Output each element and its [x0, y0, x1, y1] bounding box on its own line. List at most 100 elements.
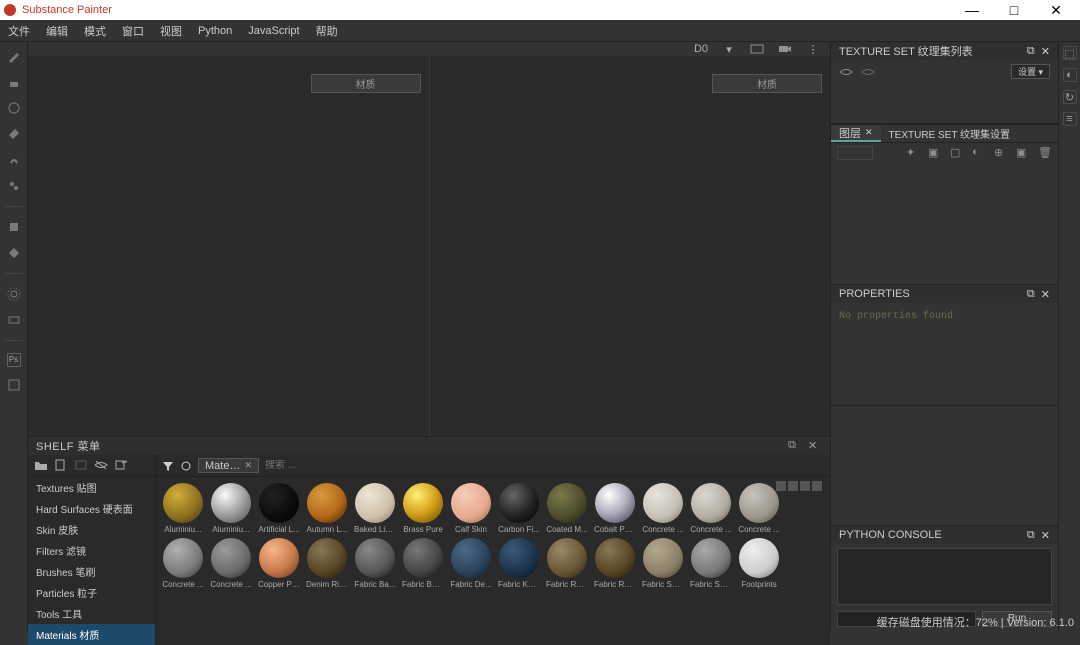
fill-tool-icon[interactable] [6, 126, 22, 142]
shelf-category[interactable]: Textures 贴图 [28, 477, 155, 498]
shelf-close-icon[interactable]: ✕ [808, 439, 822, 453]
add-fill-layer-icon[interactable]: ▣ [928, 146, 942, 160]
material-item[interactable]: Aluminiu... [210, 483, 252, 534]
folder-icon[interactable]: ▣ [1016, 146, 1030, 160]
wand-icon[interactable]: ✦ [906, 146, 920, 160]
shelf-category[interactable]: Filters 滤镜 [28, 540, 155, 561]
menu-python[interactable]: Python [198, 25, 232, 37]
panel-close-icon[interactable]: ✕ [1041, 529, 1050, 542]
view-toggle[interactable] [776, 481, 822, 491]
undock-icon[interactable]: ⧉ [1027, 45, 1035, 58]
material-item[interactable]: Brass Pure [402, 483, 444, 534]
environment-icon[interactable]: ◐ [1063, 68, 1077, 82]
material-item[interactable]: Copper Pure [258, 538, 300, 589]
display-mode-icon[interactable]: ▾ [720, 42, 738, 56]
more-icon[interactable]: ⋮ [804, 42, 822, 56]
material-item[interactable]: Fabric De... [450, 538, 492, 589]
panel-close-icon[interactable]: ✕ [1041, 288, 1050, 301]
visibility-all-icon[interactable] [839, 67, 853, 77]
tab-layers[interactable]: 图层✕ [831, 125, 881, 142]
material-item[interactable]: Cobalt Pure [594, 483, 636, 534]
d0-label[interactable]: D0 [692, 42, 710, 56]
python-console-output[interactable] [837, 548, 1052, 605]
chip-close-icon[interactable]: ✕ [244, 460, 252, 471]
log-icon[interactable]: ≡ [1063, 112, 1077, 126]
folder-icon[interactable] [34, 459, 48, 473]
menu-javascript[interactable]: JavaScript [248, 25, 299, 37]
menu-file[interactable]: 文件 [8, 23, 30, 39]
shelf-category[interactable]: Hard Surfaces 硬表面 [28, 498, 155, 519]
viewport-3d-label[interactable]: 材质 [311, 74, 421, 93]
material-item[interactable]: Fabric Rou... [594, 538, 636, 589]
paint-tool-icon[interactable] [6, 48, 22, 64]
tab-texture-set-settings[interactable]: TEXTURE SET 纹理集设置 [881, 125, 1019, 142]
eraser-tool-icon[interactable] [6, 74, 22, 90]
polygon-fill-icon[interactable] [6, 245, 22, 261]
export-icon[interactable] [114, 459, 128, 473]
viewport-2d-label[interactable]: 材质 [712, 74, 822, 93]
material-item[interactable]: Concrete ... [690, 483, 732, 534]
material-item[interactable]: Baked Lig... [354, 483, 396, 534]
new-icon[interactable] [54, 459, 68, 473]
material-item[interactable]: Carbon Fi... [498, 483, 540, 534]
panel-close-icon[interactable]: ✕ [1041, 45, 1050, 58]
shelf-category[interactable]: Tools 工具 [28, 603, 155, 624]
add-effect-icon[interactable]: ⊕ [994, 146, 1008, 160]
smudge-tool-icon[interactable] [6, 152, 22, 168]
material-item[interactable]: Fabric Knit... [498, 538, 540, 589]
menu-mode[interactable]: 模式 [84, 23, 106, 39]
add-mask-icon[interactable]: ◐ [972, 146, 986, 160]
ps-export-icon[interactable]: Ps [7, 353, 21, 367]
viewport[interactable]: 材质 材质 [28, 56, 830, 436]
material-item[interactable]: Concrete ... [210, 538, 252, 589]
add-paint-layer-icon[interactable]: ▢ [950, 146, 964, 160]
settings-dropdown[interactable]: 设置 ▾ [1011, 64, 1050, 79]
menu-help[interactable]: 帮助 [316, 23, 338, 39]
material-item[interactable]: Footprints [738, 538, 780, 589]
material-item[interactable]: Concrete ... [738, 483, 780, 534]
perspective-icon[interactable] [748, 42, 766, 56]
undock-icon[interactable]: ⧉ [788, 439, 802, 453]
iray-icon[interactable] [6, 377, 22, 393]
material-item[interactable]: Fabric Suit... [690, 538, 732, 589]
quick-mask-icon[interactable] [6, 312, 22, 328]
shelf-category[interactable]: Brushes 笔刷 [28, 561, 155, 582]
material-item[interactable]: Concrete ... [642, 483, 684, 534]
camera-settings-icon[interactable]: ⬚ [1063, 46, 1077, 60]
material-item[interactable]: Denim Rivet [306, 538, 348, 589]
undock-icon[interactable]: ⧉ [1027, 288, 1035, 301]
visibility-one-icon[interactable] [861, 67, 875, 77]
material-item[interactable]: Fabric Soft... [642, 538, 684, 589]
menu-window[interactable]: 窗口 [122, 23, 144, 39]
material-item[interactable]: Fabric Ba... [354, 538, 396, 589]
menu-edit[interactable]: 编辑 [46, 23, 68, 39]
filter-icon[interactable] [162, 460, 174, 472]
menu-view[interactable]: 视图 [160, 23, 182, 39]
shelf-search-input[interactable] [265, 460, 824, 471]
material-item[interactable]: Fabric Rou... [546, 538, 588, 589]
save-icon[interactable] [74, 459, 88, 473]
refresh-icon[interactable] [180, 460, 192, 472]
close-button[interactable]: ✕ [1036, 1, 1076, 19]
maximize-button[interactable]: □ [994, 1, 1034, 19]
material-picker-icon[interactable] [6, 219, 22, 235]
shelf-category[interactable]: Materials 材质 [28, 624, 155, 645]
material-item[interactable]: Aluminiu... [162, 483, 204, 534]
material-item[interactable]: Artificial L... [258, 483, 300, 534]
delete-layer-icon[interactable]: 🗑 [1038, 146, 1052, 160]
camera-icon[interactable] [776, 42, 794, 56]
blend-mode-slot[interactable] [837, 146, 873, 160]
clone-tool-icon[interactable] [6, 178, 22, 194]
material-item[interactable]: Coated M... [546, 483, 588, 534]
material-item[interactable]: Calf Skin [450, 483, 492, 534]
shelf-category[interactable]: Particles 粒子 [28, 582, 155, 603]
material-item[interactable]: Autumn L... [306, 483, 348, 534]
material-item[interactable]: Fabric Bas... [402, 538, 444, 589]
history-icon[interactable]: ↻ [1063, 90, 1077, 104]
material-item[interactable]: Concrete ... [162, 538, 204, 589]
tab-close-icon[interactable]: ✕ [865, 127, 873, 138]
filter-chip[interactable]: Mate…✕ [198, 458, 259, 473]
hide-icon[interactable] [94, 459, 108, 473]
minimize-button[interactable]: — [952, 1, 992, 19]
settings-icon[interactable] [6, 286, 22, 302]
